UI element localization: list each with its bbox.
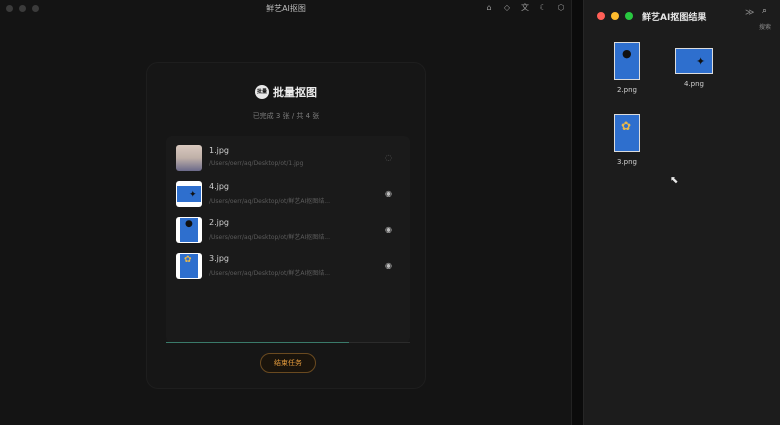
file-name: 2.jpg xyxy=(209,218,230,227)
preview-eye-icon[interactable]: ◉ xyxy=(385,225,392,234)
cube-icon[interactable]: ⬡ xyxy=(556,3,566,13)
search-icon[interactable]: ⌕ xyxy=(762,6,767,16)
mouse-cursor-icon: ⬉ xyxy=(670,175,679,186)
end-task-button[interactable]: 结束任务 xyxy=(260,353,316,373)
finder-file-name: 3.png xyxy=(616,158,637,166)
finder-file-name: 2.png xyxy=(616,86,637,94)
chevrons-right-icon[interactable]: ≫ xyxy=(745,8,754,18)
app-titlebar: 鲜艺AI抠图 ⌂ ◇ 文 ☾ ⬡ xyxy=(0,0,572,18)
desktop: 鲜艺AI抠图 ⌂ ◇ 文 ☾ ⬡ 批量 批量抠图 已完成 3 张 / 共 4 张… xyxy=(0,0,780,425)
finder-file-item[interactable]: ✿ 3.png xyxy=(607,114,647,166)
file-thumbnail-person xyxy=(176,145,202,171)
loading-spinner-icon: ◌ xyxy=(385,153,392,162)
progress-status-text: 已完成 3 张 / 共 4 张 xyxy=(252,112,320,120)
file-path: /Users/oerr/aq/Desktop/ot/鲜艺AI抠图结... xyxy=(209,270,330,277)
finder-zoom-button[interactable] xyxy=(625,12,633,20)
file-icon-bird: ✦ xyxy=(675,48,713,74)
file-row: ● 2.jpg /Users/oerr/aq/Desktop/ot/鲜艺AI抠图… xyxy=(176,216,402,244)
file-icon-cup: ● xyxy=(614,42,640,80)
file-name: 4.jpg xyxy=(209,182,230,191)
file-path: /Users/oerr/aq/Desktop/ot/鲜艺AI抠图结... xyxy=(209,198,330,205)
tag-icon[interactable]: ◇ xyxy=(502,3,512,13)
search-label: 搜索 xyxy=(759,24,772,31)
finder-minimize-button[interactable] xyxy=(611,12,619,20)
finder-close-button[interactable] xyxy=(597,12,605,20)
finder-window-controls xyxy=(597,12,633,20)
file-row: 1.jpg /Users/oerr/aq/Desktop/ot/1.jpg ◌ xyxy=(176,144,402,172)
file-thumbnail-cup: ● xyxy=(176,217,202,243)
batch-task-card: 批量 批量抠图 已完成 3 张 / 共 4 张 1.jpg /Users/oer… xyxy=(146,62,426,389)
file-thumbnail-bird: ✦ xyxy=(176,181,202,207)
file-list: 1.jpg /Users/oerr/aq/Desktop/ot/1.jpg ◌ … xyxy=(166,136,410,343)
file-row: ✿ 3.jpg /Users/oerr/aq/Desktop/ot/鲜艺AI抠图… xyxy=(176,252,402,280)
file-name: 1.jpg xyxy=(209,146,230,155)
preview-eye-icon[interactable]: ◉ xyxy=(385,189,392,198)
window-gap xyxy=(572,0,583,425)
finder-results-window: 鲜艺AI抠图结果 ≫ ⌕ 搜索 ● 2.png ✦ 4.png ✿ 3.png xyxy=(583,0,780,425)
finder-file-item[interactable]: ● 2.png xyxy=(607,42,647,94)
file-path: /Users/oerr/aq/Desktop/ot/鲜艺AI抠图结... xyxy=(209,234,330,241)
task-progress-fill xyxy=(166,342,349,343)
file-path: /Users/oerr/aq/Desktop/ot/1.jpg xyxy=(209,160,304,167)
moon-icon[interactable]: ☾ xyxy=(538,3,548,13)
file-icon-flower: ✿ xyxy=(614,114,640,152)
preview-eye-icon[interactable]: ◉ xyxy=(385,261,392,270)
finder-title: 鲜艺AI抠图结果 xyxy=(642,13,707,23)
finder-file-item[interactable]: ✦ 4.png xyxy=(672,48,716,88)
batch-cutout-app-window: 鲜艺AI抠图 ⌂ ◇ 文 ☾ ⬡ 批量 批量抠图 已完成 3 张 / 共 4 张… xyxy=(0,0,572,425)
file-row: ✦ 4.jpg /Users/oerr/aq/Desktop/ot/鲜艺AI抠图… xyxy=(176,180,402,208)
home-icon[interactable]: ⌂ xyxy=(484,3,494,13)
translate-icon[interactable]: 文 xyxy=(520,3,530,13)
brand-name: 批量抠图 xyxy=(273,86,317,99)
file-thumbnail-flower: ✿ xyxy=(176,253,202,279)
file-name: 3.jpg xyxy=(209,254,230,263)
finder-file-name: 4.png xyxy=(683,80,704,88)
brand-logo: 批量 xyxy=(255,85,269,99)
brand-header: 批量 批量抠图 xyxy=(147,84,425,100)
app-toolbar: ⌂ ◇ 文 ☾ ⬡ xyxy=(484,3,566,13)
task-progress-bar xyxy=(166,342,410,343)
